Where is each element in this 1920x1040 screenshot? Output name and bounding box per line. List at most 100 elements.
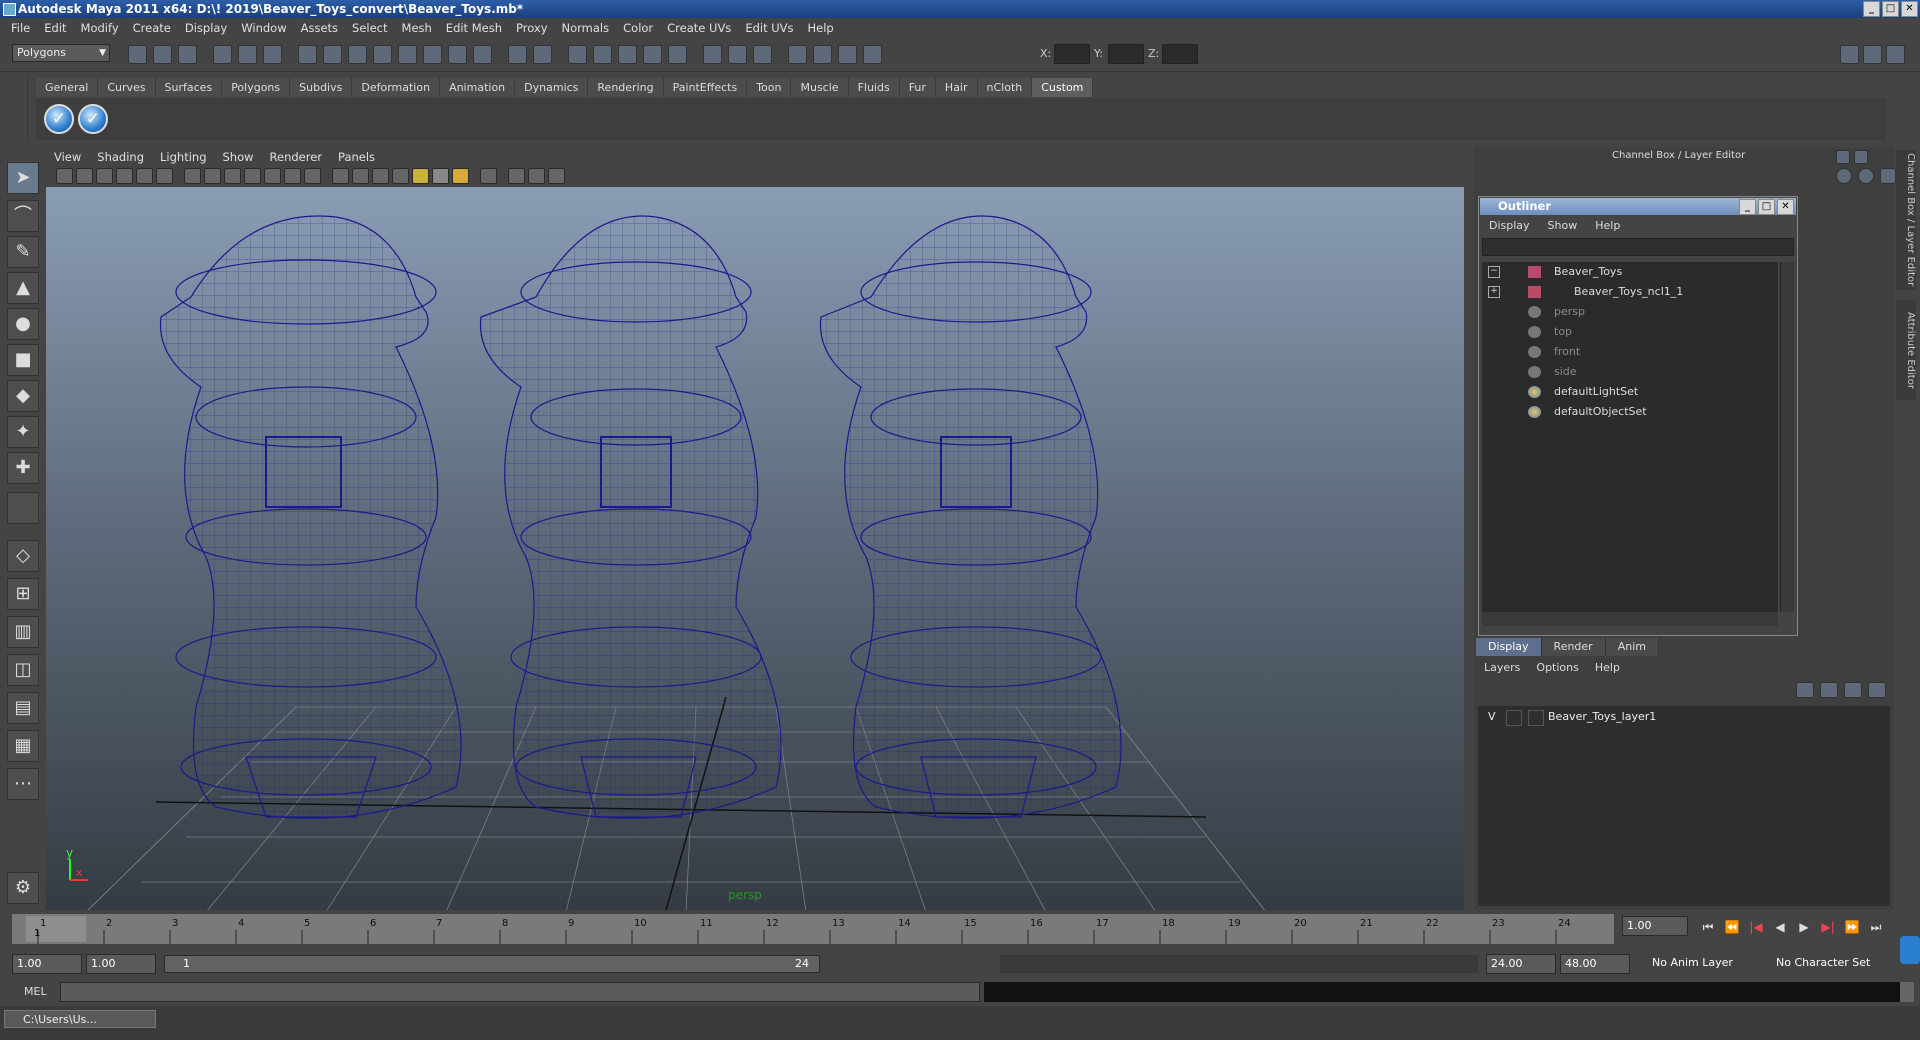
outliner-item-beaver-toys-ncl1-1[interactable]: + Beaver_Toys_ncl1_1 (1482, 282, 1778, 302)
menu-mesh[interactable]: Mesh (395, 21, 439, 35)
manipulator-icon[interactable] (1836, 168, 1852, 184)
output-ops-icon[interactable] (728, 45, 747, 64)
layer-type-toggle[interactable] (1506, 710, 1522, 726)
select-surface-icon[interactable] (373, 45, 392, 64)
shadows-icon[interactable] (432, 168, 449, 184)
image-plane-icon[interactable] (116, 168, 133, 184)
side-tab-channel-box[interactable]: Channel Box / Layer Editor (1896, 150, 1916, 290)
outliner-item-persp[interactable]: persp (1482, 302, 1778, 322)
safe-action-icon[interactable] (284, 168, 301, 184)
animation-start-field[interactable]: 1.00 (12, 954, 82, 974)
menu-select[interactable]: Select (345, 21, 394, 35)
four-view-layout-icon[interactable]: ⊞ (7, 578, 39, 610)
select-hierarchy-icon[interactable] (213, 45, 232, 64)
camera-lock-icon[interactable] (156, 168, 173, 184)
menu-help[interactable]: Help (801, 21, 841, 35)
panel-menu-renderer[interactable]: Renderer (262, 148, 331, 166)
expand-icon[interactable]: + (1488, 286, 1500, 298)
new-scene-icon[interactable] (128, 45, 147, 64)
close-panel-icon[interactable] (1854, 150, 1868, 164)
move-layer-up-icon[interactable] (1796, 682, 1814, 698)
isolate-select-icon[interactable] (480, 168, 497, 184)
close-button[interactable]: ✕ (1901, 1, 1918, 17)
perspective-viewport[interactable]: y x persp (46, 187, 1464, 910)
open-scene-icon[interactable] (153, 45, 172, 64)
layer-row[interactable]: V Beaver_Toys_layer1 (1482, 708, 1886, 726)
outliner-filter-field[interactable] (1482, 238, 1794, 256)
smooth-shade-icon[interactable] (352, 168, 369, 184)
select-misc-icon[interactable] (473, 45, 492, 64)
menu-edit-mesh[interactable]: Edit Mesh (439, 21, 509, 35)
minimize-button[interactable]: _ (1863, 1, 1880, 17)
command-language-label[interactable]: MEL (24, 985, 47, 998)
shelf-tab-custom[interactable]: Custom (1032, 78, 1094, 97)
teamviewer-icon[interactable] (1900, 936, 1920, 964)
render-view-icon[interactable] (788, 45, 807, 64)
shelf-menu-handle[interactable] (14, 78, 28, 138)
time-slider[interactable]: 1 2 3 4 5 6 7 8 9 10 11 12 13 14 15 16 17 18 19 20 21 22 23 24 … (12, 914, 1614, 944)
step-back-frame-icon[interactable]: |◀ (1748, 920, 1764, 934)
wireframe-on-shaded-icon[interactable] (372, 168, 389, 184)
menu-color[interactable]: Color (616, 21, 660, 35)
play-backwards-icon[interactable]: ◀ (1772, 920, 1788, 934)
move-layer-down-icon[interactable] (1820, 682, 1838, 698)
rotate-tool-icon[interactable]: ● (7, 308, 39, 340)
menu-edit[interactable]: Edit (37, 21, 73, 35)
beaver-toy-right[interactable] (819, 215, 1122, 819)
shelf-tab-dynamics[interactable]: Dynamics (515, 78, 589, 97)
create-layer-from-selected-icon[interactable] (1868, 682, 1886, 698)
layout-menu-icon[interactable]: ⋯ (7, 768, 39, 800)
save-scene-icon[interactable] (178, 45, 197, 64)
scale-tool-icon[interactable]: ■ (7, 344, 39, 376)
z-field[interactable] (1162, 44, 1198, 64)
shelf-tab-muscle[interactable]: Muscle (791, 78, 849, 97)
shelf-tab-polygons[interactable]: Polygons (222, 78, 291, 97)
panel-menu-shading[interactable]: Shading (89, 148, 152, 166)
soft-mod-tool-icon[interactable]: ✦ (7, 416, 39, 448)
outliner-menu-display[interactable]: Display (1480, 216, 1539, 236)
select-curve-icon[interactable] (348, 45, 367, 64)
layer-tab-anim[interactable]: Anim (1605, 638, 1659, 656)
layer-visibility-toggle[interactable]: V (1488, 708, 1496, 726)
step-forward-key-icon[interactable]: ⏩ (1844, 920, 1860, 934)
camera-sequencer-icon[interactable] (548, 168, 565, 184)
outliner-menu-show[interactable]: Show (1539, 216, 1587, 236)
grease-pencil-icon[interactable] (136, 168, 153, 184)
high-quality-icon[interactable] (452, 168, 469, 184)
beaver-toy-left[interactable] (159, 215, 462, 819)
make-live-icon[interactable] (668, 45, 687, 64)
xray-icon[interactable] (508, 168, 525, 184)
shelf-tab-rendering[interactable]: Rendering (588, 78, 664, 97)
shelf-tab-deformation[interactable]: Deformation (352, 78, 441, 97)
float-panel-icon[interactable] (1836, 150, 1850, 164)
select-handle-icon[interactable] (298, 45, 317, 64)
outliner-menu-help[interactable]: Help (1586, 216, 1629, 236)
go-to-start-icon[interactable]: ⏮ (1700, 920, 1716, 934)
outliner-minimize-button[interactable]: _ (1739, 199, 1756, 215)
snap-grid-icon[interactable] (568, 45, 587, 64)
shelf-tab-general[interactable]: General (36, 78, 99, 97)
custom-shelf-button-2[interactable]: ✓ (78, 104, 108, 134)
safe-title-icon[interactable] (304, 168, 321, 184)
outliner-close-button[interactable]: ✕ (1777, 199, 1794, 215)
shelf-tab-curves[interactable]: Curves (98, 78, 156, 97)
animation-end-field[interactable]: 48.00 (1560, 954, 1630, 974)
step-forward-frame-icon[interactable]: ▶| (1820, 920, 1836, 934)
snap-view-plane-icon[interactable] (643, 45, 662, 64)
shelf-tab-painteffects[interactable]: PaintEffects (663, 78, 748, 97)
last-tool-icon[interactable] (7, 492, 39, 524)
construction-history-icon[interactable] (753, 45, 772, 64)
layer-menu-options[interactable]: Options (1528, 658, 1586, 678)
universal-manipulator-icon[interactable]: ◆ (7, 380, 39, 412)
shelf-tab-fluids[interactable]: Fluids (848, 78, 900, 97)
menu-modify[interactable]: Modify (74, 21, 126, 35)
script-editor-icon[interactable]: ⚙ (7, 872, 39, 904)
wireframe-icon[interactable] (332, 168, 349, 184)
select-tool-icon[interactable]: ➤ (7, 162, 39, 194)
select-dynamics-icon[interactable] (423, 45, 442, 64)
paint-select-tool-icon[interactable]: ✎ (7, 236, 39, 268)
textured-icon[interactable] (392, 168, 409, 184)
ipr-render-icon[interactable] (838, 45, 857, 64)
snap-point-icon[interactable] (618, 45, 637, 64)
command-input[interactable] (60, 982, 980, 1002)
